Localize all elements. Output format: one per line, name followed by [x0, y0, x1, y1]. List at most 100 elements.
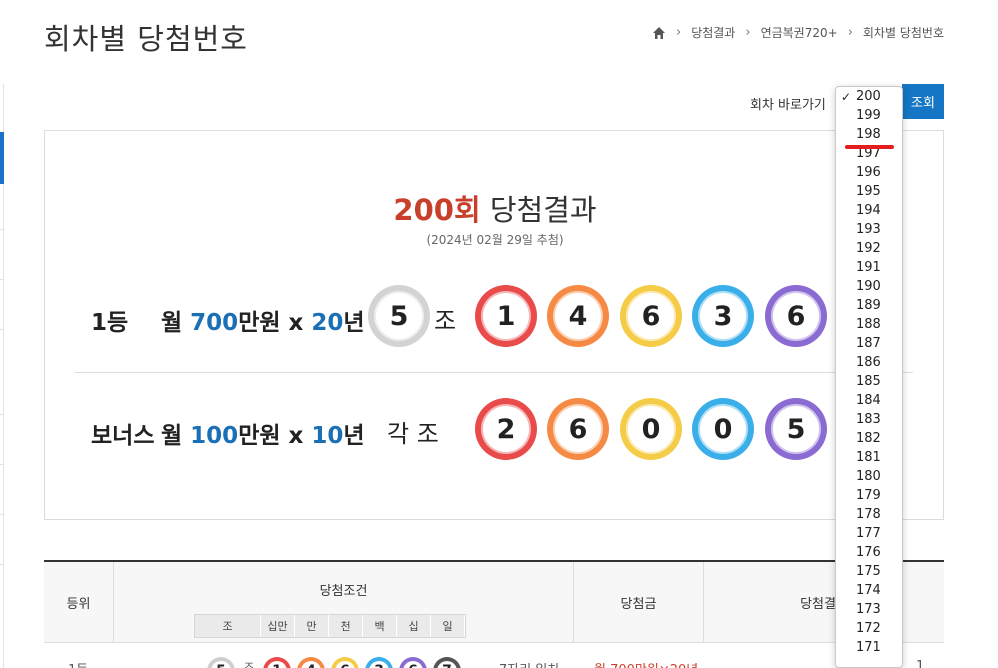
- ball-digit: 0: [700, 406, 746, 452]
- option-label: 187: [856, 336, 881, 351]
- round-dropdown-list[interactable]: ✓ 200 199 198 197 196 195 194 193 192 191…: [835, 86, 903, 668]
- mini-number-ball: 6: [331, 657, 359, 668]
- row-count: 1: [916, 659, 925, 668]
- prize-description: 월 700만원 x 20년: [161, 303, 365, 337]
- dropdown-option[interactable]: 193: [836, 220, 902, 239]
- mini-ball-digit: 1: [267, 661, 287, 668]
- dropdown-option[interactable]: 172: [836, 619, 902, 638]
- result-title: 200회 당첨결과: [45, 187, 945, 229]
- dropdown-option[interactable]: 178: [836, 505, 902, 524]
- option-label: 183: [856, 412, 881, 427]
- dropdown-option[interactable]: 188: [836, 315, 902, 334]
- dropdown-option[interactable]: 182: [836, 429, 902, 448]
- option-label: 178: [856, 507, 881, 522]
- amount-unit: 만원 x: [238, 423, 312, 449]
- dropdown-option[interactable]: 179: [836, 486, 902, 505]
- option-label: 176: [856, 545, 881, 560]
- checkmark-icon: ✓: [841, 89, 852, 104]
- dropdown-option[interactable]: 174: [836, 581, 902, 600]
- option-label: 174: [856, 583, 881, 598]
- number-ball: 6: [620, 285, 682, 347]
- subheader-digit: 만: [295, 615, 329, 637]
- option-label: 185: [856, 374, 881, 389]
- dropdown-option[interactable]: 183: [836, 410, 902, 429]
- dropdown-option[interactable]: 180: [836, 467, 902, 486]
- dropdown-option[interactable]: 185: [836, 372, 902, 391]
- home-icon[interactable]: [652, 26, 666, 40]
- dropdown-option[interactable]: 192: [836, 239, 902, 258]
- bonus-prize-row: 보너스 월 100만원 x 10년 각 조 2 6 0 0 5: [45, 394, 945, 464]
- row-prize: 월 700만원×20년: [594, 659, 698, 668]
- dropdown-option[interactable]: 176: [836, 543, 902, 562]
- years-unit: 년: [343, 310, 365, 336]
- years-unit: 년: [343, 423, 365, 449]
- subheader-digit: 십만: [261, 615, 295, 637]
- mini-number-ball: 1: [263, 657, 291, 668]
- number-ball: 6: [547, 398, 609, 460]
- group-label: 각 조: [387, 420, 439, 448]
- subheader-digit: 백: [363, 615, 397, 637]
- number-ball: 6: [765, 285, 827, 347]
- subheader-group: 조: [195, 615, 261, 637]
- dropdown-option[interactable]: 187: [836, 334, 902, 353]
- dropdown-option[interactable]: 175: [836, 562, 902, 581]
- ball-digit: 6: [555, 406, 601, 452]
- option-label: 181: [856, 450, 881, 465]
- option-label: 180: [856, 469, 881, 484]
- option-label: 173: [856, 602, 881, 617]
- subheader-digit: 십: [397, 615, 431, 637]
- dropdown-option[interactable]: 190: [836, 277, 902, 296]
- dropdown-option[interactable]: 184: [836, 391, 902, 410]
- number-ball: 2: [475, 398, 537, 460]
- first-prize-row: 1등 월 700만원 x 20년 5 조 1 4 6 3 6: [45, 281, 945, 351]
- mini-number-ball: 6: [399, 657, 427, 668]
- dropdown-option[interactable]: 198: [836, 125, 902, 144]
- left-nav-active-indicator[interactable]: [0, 132, 4, 184]
- result-panel: 200회 당첨결과 (2024년 02월 29일 추첨) 1등 월 700만원 …: [44, 130, 944, 520]
- option-label: 172: [856, 621, 881, 636]
- dropdown-option[interactable]: 173: [836, 600, 902, 619]
- chevron-right-icon: ›: [847, 25, 853, 40]
- breadcrumb-item-results[interactable]: 당첨결과: [691, 24, 735, 41]
- dropdown-option[interactable]: 196: [836, 163, 902, 182]
- dropdown-option[interactable]: 199: [836, 106, 902, 125]
- chevron-right-icon: ›: [745, 25, 751, 40]
- ball-digit: 3: [700, 293, 746, 339]
- ball-digit: 5: [773, 406, 819, 452]
- number-ball: 0: [692, 398, 754, 460]
- option-label: 196: [856, 165, 881, 180]
- monthly-amount: 700: [190, 310, 239, 336]
- row-divider: [75, 372, 913, 373]
- dropdown-option[interactable]: 195: [836, 182, 902, 201]
- dropdown-option[interactable]: 171: [836, 638, 902, 657]
- row-match: 7자리 일치: [499, 659, 559, 668]
- dropdown-option[interactable]: 191: [836, 258, 902, 277]
- years-value: 20: [311, 310, 344, 336]
- mini-ball-digit: 3: [369, 661, 389, 668]
- ball-digit: 6: [773, 293, 819, 339]
- table-header-prize: 당첨금: [574, 562, 704, 642]
- page-title: 회차별 당첨번호: [44, 22, 248, 56]
- search-button[interactable]: 조회: [902, 84, 944, 119]
- amount-unit: 만원 x: [238, 310, 312, 336]
- result-title-suffix: 당첨결과: [480, 193, 597, 227]
- dropdown-option[interactable]: 194: [836, 201, 902, 220]
- dropdown-option[interactable]: ✓ 200: [836, 87, 902, 106]
- mini-number-ball: 7: [433, 657, 461, 668]
- left-nav-rail: [0, 84, 4, 668]
- dropdown-option[interactable]: 177: [836, 524, 902, 543]
- mini-group-ball: 5: [207, 657, 235, 668]
- table-row: 1등 5 조 1 4 6 3 6 7 7자리 일치 월 700만원×20년 1: [44, 642, 944, 668]
- breadcrumb-item-lottery[interactable]: 연금복권720+: [761, 24, 838, 41]
- table-header-rank: 등위: [44, 562, 114, 642]
- option-label: 195: [856, 184, 881, 199]
- dropdown-option[interactable]: 189: [836, 296, 902, 315]
- mini-ball-digit: 4: [301, 661, 321, 668]
- chevron-right-icon: ›: [675, 25, 682, 40]
- ball-digit: 0: [628, 406, 674, 452]
- option-label: 198: [856, 127, 881, 142]
- ball-digit: 2: [483, 406, 529, 452]
- number-ball: 1: [475, 285, 537, 347]
- dropdown-option[interactable]: 181: [836, 448, 902, 467]
- dropdown-option[interactable]: 186: [836, 353, 902, 372]
